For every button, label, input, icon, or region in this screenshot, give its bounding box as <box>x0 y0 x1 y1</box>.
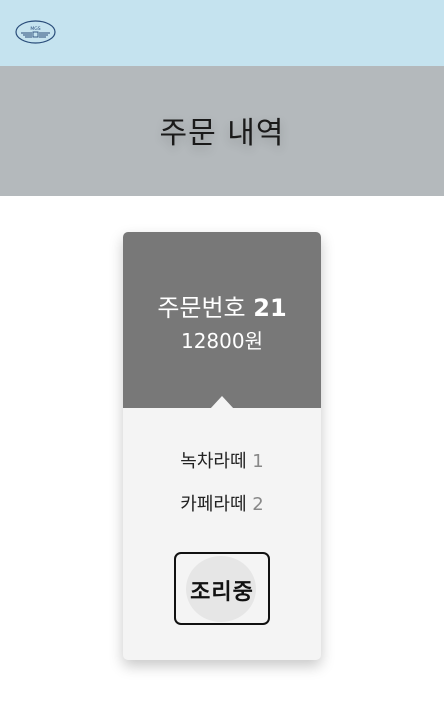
top-bar: MGS <box>0 0 444 66</box>
brand-logo-icon[interactable]: MGS <box>15 20 56 44</box>
status-button-label: 조리중 <box>190 580 254 605</box>
item-qty: 2 <box>252 494 264 515</box>
item-qty: 1 <box>252 451 264 472</box>
card-notch <box>210 396 234 409</box>
item-name: 카페라떼 <box>180 494 247 515</box>
order-card: 주문번호 21 12800원 녹차라떼 1 카페라떼 2 조리중 <box>123 232 321 660</box>
order-number-value: 21 <box>253 294 287 322</box>
order-number: 주문번호 21 <box>123 288 321 323</box>
list-item: 녹차라떼 1 <box>123 447 321 473</box>
order-card-header: 주문번호 21 12800원 <box>123 232 321 408</box>
list-item: 카페라떼 2 <box>123 490 321 516</box>
logo-text: MGS <box>30 26 40 32</box>
item-name: 녹차라떼 <box>180 451 247 472</box>
order-price: 12800원 <box>180 329 264 353</box>
page-title: 주문 내역 <box>159 116 285 151</box>
cooking-status-button[interactable]: 조리중 <box>174 552 270 625</box>
order-number-label: 주문번호 <box>157 294 246 322</box>
